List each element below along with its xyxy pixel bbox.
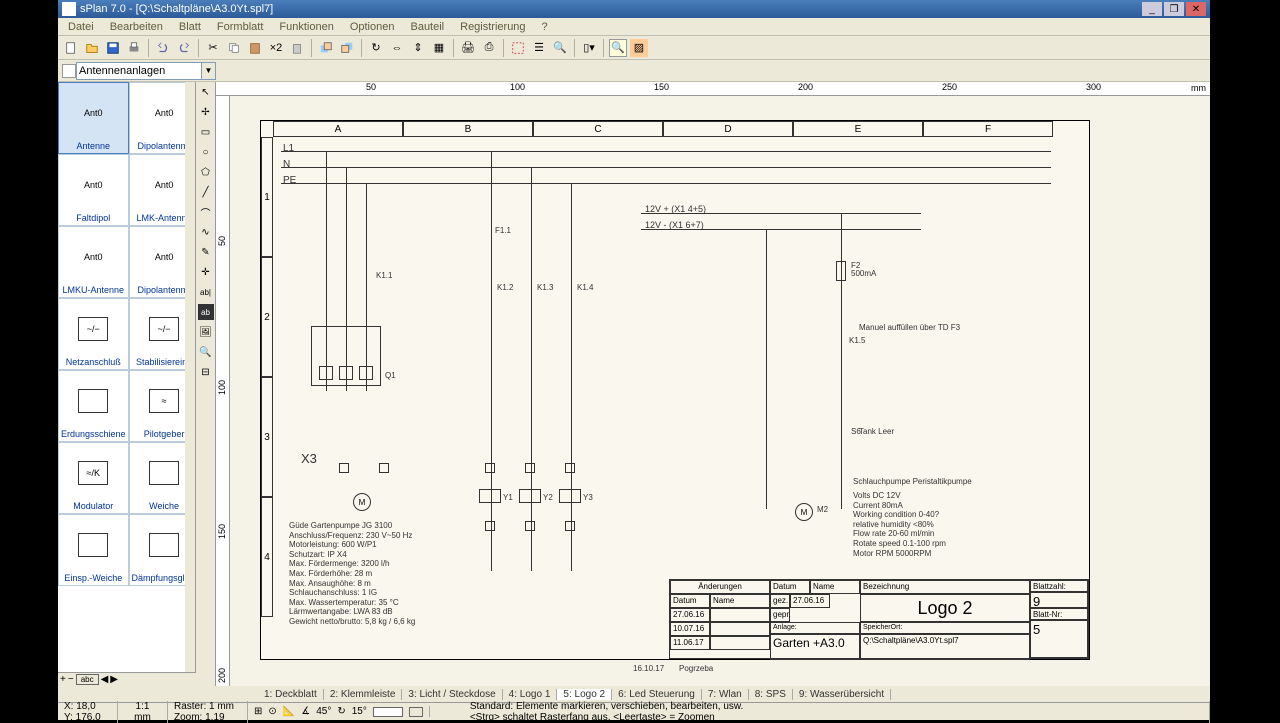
highlight-button[interactable]: ▨ [630, 39, 648, 57]
export-button[interactable]: ⎙ [480, 39, 498, 57]
menu-help[interactable]: ? [534, 19, 556, 35]
open-button[interactable] [83, 39, 101, 57]
mirror-v-button[interactable]: ⇕ [409, 39, 427, 57]
pal-add[interactable]: + [60, 674, 66, 685]
minimize-button[interactable]: _ [1142, 2, 1162, 16]
list-button[interactable]: ☰ [530, 39, 548, 57]
menu-registrierung[interactable]: Registrierung [452, 19, 533, 35]
rotate-button[interactable]: ↻ [367, 39, 385, 57]
palette-item-2[interactable]: Ant0Faltdipol [58, 154, 129, 226]
app-icon [62, 2, 76, 16]
select-tool[interactable]: ↖ [198, 84, 214, 100]
menu-optionen[interactable]: Optionen [342, 19, 403, 35]
poly-tool[interactable]: ⬠ [198, 164, 214, 180]
print2-button[interactable]: 🖨 [459, 39, 477, 57]
draw-toolbar: ↖ ✢ ▭ ○ ⬠ ╱ ⌒ ∿ ✎ ✛ ab| ab 🖼 🔍 ⊟ [196, 82, 216, 686]
snap-button[interactable] [509, 39, 527, 57]
library-value: Antennenanlagen [79, 65, 165, 77]
menubar: Datei Bearbeiten Blatt Formblatt Funktio… [58, 18, 1210, 36]
lib-prev-button[interactable] [62, 64, 76, 78]
copy-button[interactable] [225, 39, 243, 57]
circle-tool[interactable]: ○ [198, 144, 214, 160]
bezier-tool[interactable]: ∿ [198, 224, 214, 240]
delete-button[interactable] [288, 39, 306, 57]
palette-item-12[interactable]: Einsp.-Weiche [58, 514, 129, 586]
pal-label[interactable]: abc [76, 674, 99, 685]
tab-6[interactable]: 6: Led Steuerung [612, 689, 702, 700]
angle-icon[interactable]: 📐 [283, 706, 295, 717]
schematic-sheet: A B C D E F 1 2 3 4 [260, 120, 1090, 660]
menu-bearbeiten[interactable]: Bearbeiten [102, 19, 171, 35]
palette-item-4[interactable]: Ant0LMKU-Antenne [58, 226, 129, 298]
new-button[interactable] [62, 39, 80, 57]
paste-button[interactable] [246, 39, 264, 57]
library-row: Antennenanlagen ▼ [58, 60, 1210, 82]
tab-2[interactable]: 2: Klemmleiste [324, 689, 403, 700]
line-tool[interactable]: ╱ [198, 184, 214, 200]
back-button[interactable] [338, 39, 356, 57]
mirror-h-button[interactable]: ⇔ [388, 39, 406, 57]
node-tool[interactable]: ✛ [198, 264, 214, 280]
fill-swatch[interactable] [409, 707, 423, 717]
freehand-tool[interactable]: ✎ [198, 244, 214, 260]
group-button[interactable]: ▦ [430, 39, 448, 57]
textbox-tool[interactable]: ab [198, 304, 214, 320]
tab-3[interactable]: 3: Licht / Steckdose [402, 689, 502, 700]
origin-tool[interactable]: ✢ [198, 104, 214, 120]
close-button[interactable]: ✕ [1186, 2, 1206, 16]
chevron-down-icon: ▼ [201, 63, 215, 79]
image-tool[interactable]: 🖼 [198, 324, 214, 340]
title-block: Änderungen Datum Name 27.06.16 10.07.16 … [669, 579, 1089, 659]
menu-blatt[interactable]: Blatt [171, 19, 209, 35]
palette-item-0[interactable]: Ant0Antenne [58, 82, 129, 154]
ruler-horizontal: 50 100 150 200 250 300 mm [216, 82, 1210, 96]
duplicate-button[interactable]: ×2 [267, 39, 285, 57]
text-tool[interactable]: ab| [198, 284, 214, 300]
component-palette: Ant0AntenneAnt0DipolantenneAnt0Faltdipol… [58, 82, 196, 672]
zoom-tool[interactable]: 🔍 [198, 344, 214, 360]
menu-datei[interactable]: Datei [60, 19, 102, 35]
page-button[interactable]: ▯▾ [580, 39, 598, 57]
measure-tool[interactable]: ⊟ [198, 364, 214, 380]
palette-item-10[interactable]: ≈/KModulator [58, 442, 129, 514]
drawing-canvas[interactable]: A B C D E F 1 2 3 4 [230, 96, 1210, 686]
tab-7[interactable]: 7: Wlan [702, 689, 749, 700]
zoom-fit-button[interactable]: 🔍 [609, 39, 627, 57]
tab-1[interactable]: 1: Deckblatt [258, 689, 324, 700]
tab-4[interactable]: 4: Logo 1 [503, 689, 558, 700]
library-combo[interactable]: Antennenanlagen ▼ [76, 62, 216, 80]
menu-funktionen[interactable]: Funktionen [271, 19, 341, 35]
undo-button[interactable] [154, 39, 172, 57]
ruler-unit: mm [1191, 83, 1206, 93]
tab-9[interactable]: 9: Wasserübersicht [793, 689, 891, 700]
pal-left[interactable]: ◀ [101, 674, 109, 685]
grid-icon[interactable]: ⊞ [254, 706, 262, 717]
cut-button[interactable]: ✂ [204, 39, 222, 57]
maximize-button[interactable]: ❐ [1164, 2, 1184, 16]
titlebar: sPlan 7.0 - [Q:\Schaltpläne\A3.0Yt.spl7]… [58, 0, 1210, 18]
snap-icon[interactable]: ⊙ [268, 706, 276, 717]
ruler-vertical: 50 100 150 200 [216, 96, 230, 686]
print-button[interactable] [125, 39, 143, 57]
front-button[interactable] [317, 39, 335, 57]
palette-toolbar: + − abc ◀ ▶ [58, 672, 196, 686]
palette-item-6[interactable]: ~/−Netzanschluß [58, 298, 129, 370]
window-title: sPlan 7.0 - [Q:\Schaltpläne\A3.0Yt.spl7] [80, 3, 273, 15]
menu-bauteil[interactable]: Bauteil [402, 19, 452, 35]
main-toolbar: ✂ ×2 ↻ ⇔ ⇕ ▦ 🖨 ⎙ ☰ 🔍 ▯▾ 🔍 ▨ [58, 36, 1210, 60]
pal-right[interactable]: ▶ [110, 674, 118, 685]
arc-tool[interactable]: ⌒ [198, 204, 214, 220]
redo-button[interactable] [175, 39, 193, 57]
tab-5[interactable]: 5: Logo 2 [557, 689, 612, 700]
save-button[interactable] [104, 39, 122, 57]
palette-item-8[interactable]: Erdungsschiene [58, 370, 129, 442]
color-swatch[interactable] [373, 707, 403, 717]
pal-remove[interactable]: − [68, 674, 74, 685]
tab-8[interactable]: 8: SPS [749, 689, 793, 700]
search-button[interactable]: 🔍 [551, 39, 569, 57]
rect-tool[interactable]: ▭ [198, 124, 214, 140]
status-bar: X: 18,0Y: 176,0 1:1mm Raster: 1 mmZoom: … [58, 702, 1210, 720]
palette-scrollbar[interactable] [185, 82, 195, 672]
menu-formblatt[interactable]: Formblatt [209, 19, 271, 35]
